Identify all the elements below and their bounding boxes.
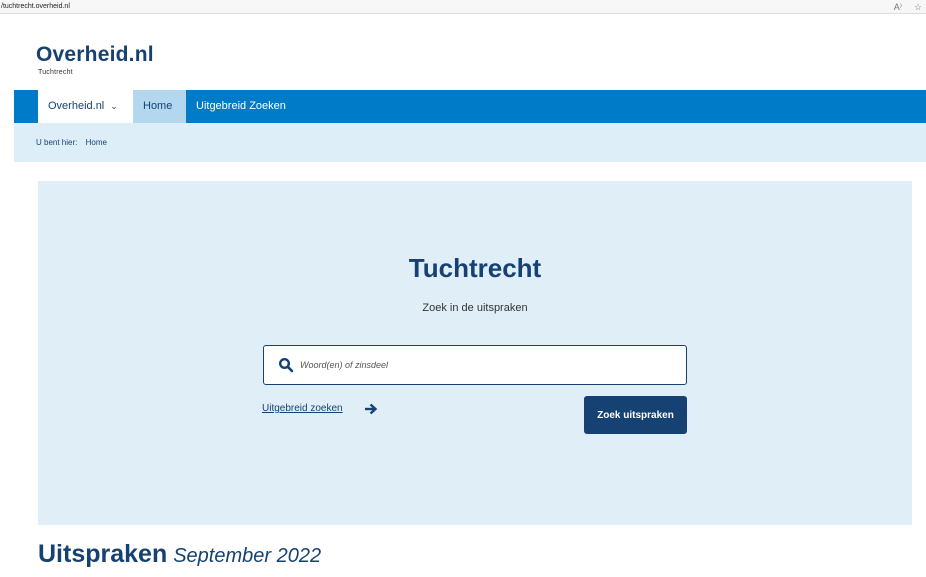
nav-item-label: Home: [143, 100, 173, 112]
search-box[interactable]: [263, 345, 687, 385]
advanced-search-link[interactable]: Uitgebreid zoeken: [262, 403, 343, 414]
arrow-right-icon[interactable]: [364, 402, 378, 416]
nav-item-home[interactable]: Home: [133, 90, 186, 123]
chevron-down-icon: ⌄: [110, 101, 118, 111]
browser-window: /tuchtrecht.overheid.nl A⁾ ☆ Overheid.nl…: [0, 0, 926, 577]
breadcrumb-current: Home: [85, 138, 107, 147]
site-logo[interactable]: Overheid.nl Tuchtrecht: [36, 43, 154, 76]
nav-item-label: Overheid.nl: [48, 100, 105, 112]
breadcrumb-prefix: U bent hier:: [36, 138, 78, 147]
site-header: Overheid.nl Tuchtrecht: [14, 15, 926, 90]
url-text[interactable]: /tuchtrecht.overheid.nl: [1, 3, 70, 10]
page-subtitle: Zoek in de uitspraken: [422, 302, 528, 314]
page: Overheid.nl Tuchtrecht Overheid.nl ⌄ Home…: [14, 15, 926, 577]
search-input[interactable]: [300, 355, 670, 375]
section-title: Uitspraken: [38, 540, 168, 568]
favorite-star-icon[interactable]: ☆: [914, 0, 922, 14]
section-heading: Uitspraken September 2022: [38, 540, 321, 569]
main-navigation: Overheid.nl ⌄ Home Uitgebreid Zoeken: [14, 90, 926, 123]
section-period: September 2022: [173, 545, 322, 567]
search-hero: Tuchtrecht Zoek in de uitspraken Uitgebr…: [38, 181, 912, 525]
search-icon: [278, 357, 294, 373]
logo-subtitle: Tuchtrecht: [38, 69, 73, 76]
page-title: Tuchtrecht: [408, 253, 542, 283]
logo-suffix: nl: [134, 43, 154, 66]
address-bar[interactable]: /tuchtrecht.overheid.nl A⁾ ☆: [0, 0, 926, 14]
nav-item-label: Uitgebreid Zoeken: [196, 100, 286, 112]
browser-toolbar-icons: A⁾ ☆: [894, 0, 922, 14]
nav-item-uitgebreid-zoeken[interactable]: Uitgebreid Zoeken: [186, 90, 296, 123]
logo-text: Overheid: [36, 43, 129, 66]
read-aloud-icon[interactable]: A⁾: [894, 0, 902, 14]
search-submit-button[interactable]: Zoek uitspraken: [584, 396, 687, 434]
nav-item-overheid-dropdown[interactable]: Overheid.nl ⌄: [38, 90, 133, 123]
breadcrumb: U bent hier: Home: [14, 123, 926, 162]
